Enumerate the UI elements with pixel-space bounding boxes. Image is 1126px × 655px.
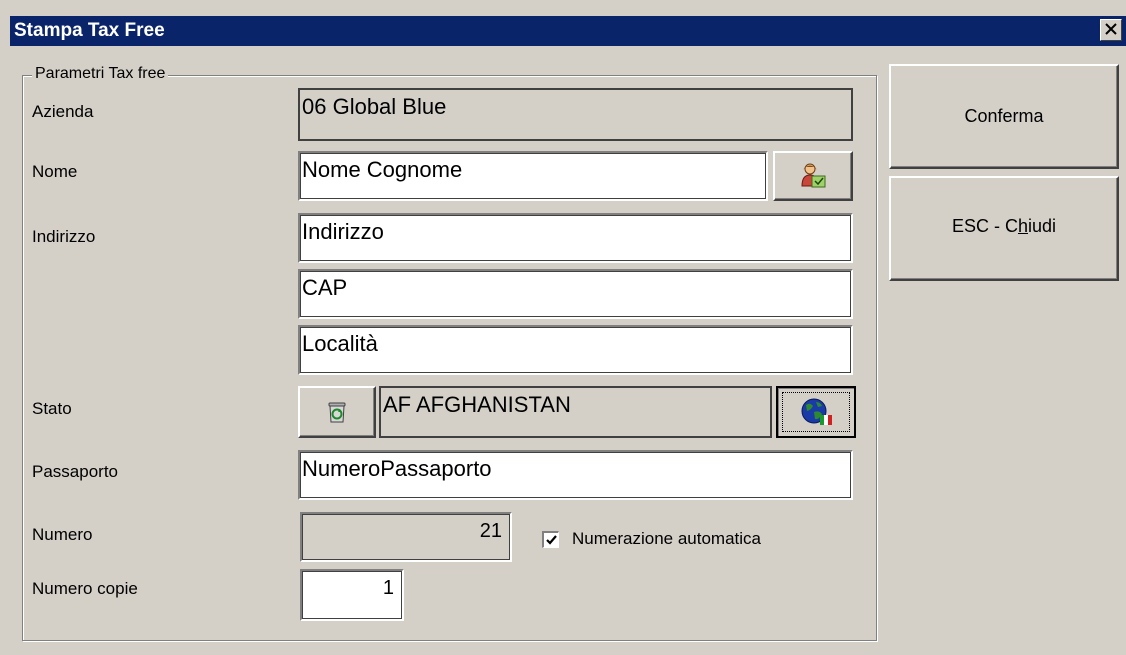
auto-numbering-checkbox[interactable] [542,531,559,548]
recycle-bin-icon [328,402,346,423]
numero-label: Numero [32,525,93,544]
azienda-field: 06 Global Blue [298,88,853,141]
confirm-label: Conferma [964,106,1044,126]
focus-ring [782,392,850,432]
window-title: Stampa Tax Free [14,20,165,41]
stato-label: Stato [32,399,72,418]
azienda-label: Azienda [32,102,94,121]
copie-input[interactable]: 1 [300,569,404,621]
close-window-button[interactable] [1100,19,1122,41]
numero-field: 21 [300,512,512,562]
close-label: ESC - Chiudi [951,216,1057,236]
client-lookup-button[interactable] [773,151,853,201]
auto-numbering-label[interactable]: Numerazione automatica [572,529,761,549]
client-lookup-icon [801,163,826,188]
close-icon [1105,23,1117,35]
checkmark-icon [546,535,557,545]
passaporto-label: Passaporto [32,462,118,481]
localita-input[interactable]: Località [298,325,853,375]
group-legend: Parametri Tax free [32,65,169,83]
clear-country-button[interactable] [298,386,376,438]
copie-label: Numero copie [32,579,138,598]
stato-field: AF AFGHANISTAN [379,386,772,438]
indirizzo-label: Indirizzo [32,227,96,246]
passaporto-input[interactable]: NumeroPassaporto [298,450,853,500]
close-button[interactable]: ESC - Chiudi [889,176,1119,281]
confirm-button[interactable]: Conferma [889,64,1119,169]
nome-input[interactable]: Nome Cognome [298,151,768,201]
title-bar[interactable]: Stampa Tax Free [10,16,1126,46]
nome-label: Nome [32,162,78,181]
tax-free-dialog: Stampa Tax Free Parametri Tax free Azien… [0,0,1126,655]
country-lookup-button[interactable] [776,386,856,438]
indirizzo-input[interactable]: Indirizzo [298,213,853,263]
cap-input[interactable]: CAP [298,269,853,319]
